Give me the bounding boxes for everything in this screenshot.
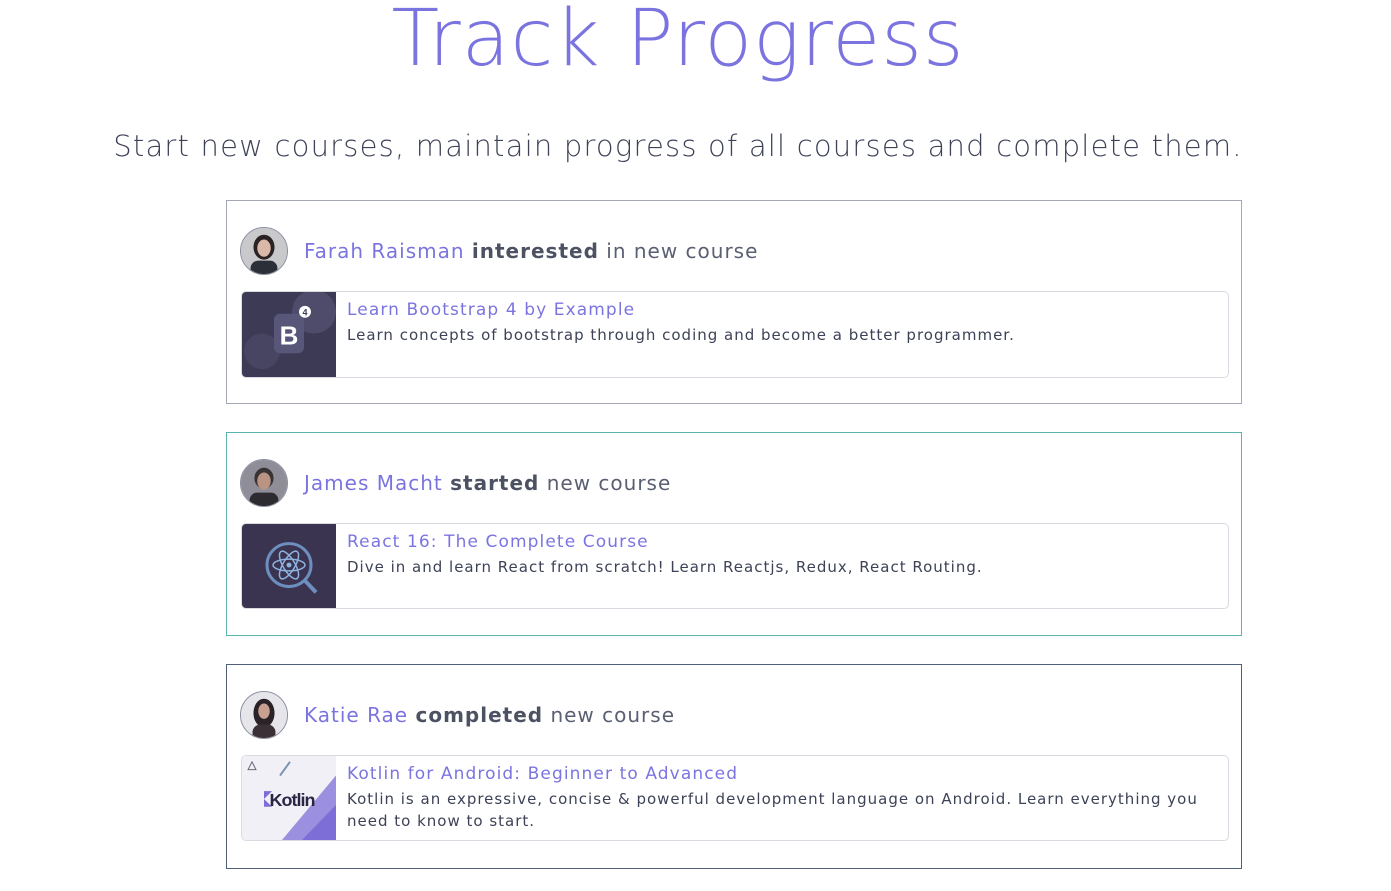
react-logo-icon: [242, 524, 336, 608]
course-item[interactable]: React 16: The Complete Course Dive in an…: [241, 523, 1229, 609]
activity-header: Farah Raisman interested in new course: [240, 225, 758, 277]
action-suffix: new course: [550, 703, 676, 727]
user-photo-icon: [241, 692, 287, 738]
course-title-link[interactable]: Kotlin for Android: Beginner to Advanced: [347, 764, 1216, 784]
user-photo-icon: [241, 460, 287, 506]
svg-text:B: B: [280, 323, 299, 351]
activity-header: James Macht started new course: [240, 457, 671, 509]
track-progress-section: Track Progress Start new courses, mainta…: [0, 0, 1391, 891]
bootstrap-logo-icon: B 4: [242, 292, 336, 377]
activity-text: Katie Rae completed new course: [304, 703, 675, 727]
course-title-link[interactable]: Learn Bootstrap 4 by Example: [347, 300, 1216, 320]
activity-card: Farah Raisman interested in new course B…: [226, 200, 1242, 404]
avatar[interactable]: [240, 459, 288, 507]
activity-header: Katie Rae completed new course: [240, 689, 675, 741]
course-description: Learn concepts of bootstrap through codi…: [347, 326, 1015, 344]
course-info: React 16: The Complete Course Dive in an…: [336, 524, 1228, 608]
kotlin-thumbnail: Kotlin: [242, 756, 336, 840]
activity-text: Farah Raisman interested in new course: [304, 239, 758, 263]
activity-text: James Macht started new course: [304, 471, 671, 495]
activity-card: James Macht started new course React 16:…: [226, 432, 1242, 636]
course-description: Dive in and learn React from scratch! Le…: [347, 558, 983, 576]
course-info: Kotlin for Android: Beginner to Advanced…: [336, 756, 1228, 840]
course-item[interactable]: Kotlin Kotlin for Android: Beginner to A…: [241, 755, 1229, 841]
bootstrap-thumbnail: B 4: [242, 292, 336, 377]
svg-text:Kotlin: Kotlin: [270, 790, 315, 810]
action-verb: completed: [415, 703, 544, 727]
course-description: Kotlin is an expressive, concise & power…: [347, 790, 1198, 830]
activity-card: Katie Rae completed new course Kotlin Ko…: [226, 664, 1242, 869]
user-name-link[interactable]: James Macht: [304, 471, 443, 495]
avatar[interactable]: [240, 227, 288, 275]
react-thumbnail: [242, 524, 336, 608]
kotlin-logo-icon: Kotlin: [242, 756, 336, 840]
user-name-link[interactable]: Katie Rae: [304, 703, 408, 727]
action-suffix: new course: [546, 471, 672, 495]
user-name-link[interactable]: Farah Raisman: [304, 239, 465, 263]
action-suffix: in new course: [606, 239, 759, 263]
avatar[interactable]: [240, 691, 288, 739]
page-title: Track Progress: [391, 0, 965, 84]
page-subtitle: Start new courses, maintain progress of …: [113, 129, 1243, 163]
course-title-link[interactable]: React 16: The Complete Course: [347, 532, 1216, 552]
course-item[interactable]: B 4 Learn Bootstrap 4 by Example Learn c…: [241, 291, 1229, 378]
action-verb: interested: [471, 239, 599, 263]
course-info: Learn Bootstrap 4 by Example Learn conce…: [336, 292, 1228, 377]
svg-text:4: 4: [302, 308, 307, 318]
user-photo-icon: [241, 228, 287, 274]
action-verb: started: [450, 471, 540, 495]
